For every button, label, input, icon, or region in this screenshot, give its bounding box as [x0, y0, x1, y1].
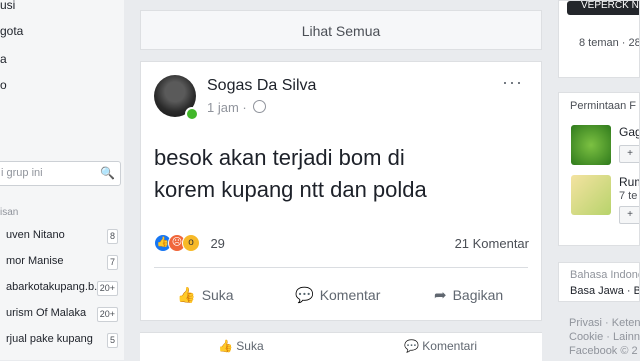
like-button[interactable]: 👍 Suka [177, 280, 234, 310]
see-all-button[interactable]: Lihat Semua [140, 10, 542, 50]
share-button[interactable]: ➦ Bagikan [434, 280, 503, 310]
request-avatar[interactable] [571, 125, 611, 165]
group-members-text: 8 teman · 28 [579, 37, 640, 49]
group-item[interactable]: uven Nitano 8 [0, 225, 120, 249]
more-options-button[interactable]: ··· [502, 72, 523, 93]
comment-button[interactable]: 💬 Komentari [404, 339, 477, 353]
sidebar-item-members[interactable]: gota [0, 24, 23, 38]
group-count-badge: 8 [106, 229, 118, 244]
group-cover-title: VEPERCK NGAE [581, 0, 639, 11]
post-text-line: korem kupang ntt dan polda [154, 177, 427, 202]
post-actions: 👍 Suka 💬 Komentar ➦ Bagikan [141, 280, 541, 310]
section-label: isan [0, 207, 19, 218]
requests-title: Permintaan F [570, 100, 637, 112]
sidebar-item-discussion[interactable]: usi [0, 0, 15, 12]
wow-reaction-icon: o [182, 234, 200, 252]
post-text: besok akan terjadi bom di korem kupang n… [154, 142, 534, 206]
online-status-dot [185, 107, 199, 121]
like-button[interactable]: 👍 Suka [218, 339, 264, 353]
reaction-count: 29 [210, 235, 225, 251]
post-text-line: besok akan terjadi bom di [154, 145, 405, 170]
comment-count-link[interactable]: 21 Komentar [455, 236, 529, 251]
group-name: rjual pake kupang [6, 333, 93, 345]
group-count-badge: 20+ [96, 307, 118, 322]
language-title: Bahasa Indone [570, 269, 640, 281]
speech-bubble-icon: 💬 [295, 287, 314, 304]
group-item[interactable]: urism Of Malaka 20+ [0, 303, 120, 327]
next-post-actions: 👍 Suka 💬 Komentari [140, 332, 542, 361]
search-placeholder: i grup ini [1, 167, 43, 179]
group-count-badge: 7 [106, 255, 118, 270]
group-name: urism Of Malaka [6, 307, 87, 319]
sidebar-item-o[interactable]: o [0, 78, 7, 92]
share-label: Bagikan [452, 287, 504, 303]
group-search-input[interactable]: i grup ini 🔍 [0, 161, 121, 186]
suggested-group-card[interactable]: VEPERCK NGAE 8 teman · 28 [558, 0, 640, 78]
request-name[interactable]: Gag [619, 125, 639, 139]
reaction-summary[interactable]: 👍 ☹ o 29 [154, 234, 225, 252]
request-avatar[interactable] [571, 175, 611, 215]
group-item[interactable]: mor Manise 7 [0, 251, 120, 275]
friend-requests-card: Permintaan F Gag + Rum 7 te + [558, 92, 640, 246]
post-author-name[interactable]: Sogas Da Silva [207, 77, 316, 95]
comment-button[interactable]: 💬 Komentar [295, 280, 380, 310]
divider [154, 267, 528, 268]
group-count-badge: 5 [106, 333, 118, 348]
share-arrow-icon: ➦ [434, 287, 447, 304]
group-item[interactable]: abarkotakupang.b... 20+ [0, 277, 120, 301]
post-time-text: 1 jam · [207, 100, 251, 115]
add-friend-button[interactable]: + [619, 206, 639, 224]
like-label: Suka [201, 287, 234, 303]
language-option[interactable]: Basa Jawa · Ba [570, 285, 639, 297]
search-icon[interactable]: 🔍 [100, 166, 115, 180]
sidebar-item-a[interactable]: a [0, 52, 7, 66]
like-label: Suka [236, 339, 264, 353]
footer-links[interactable]: Cookie · Lainn [569, 331, 640, 343]
right-sidebar: VEPERCK NGAE 8 teman · 28 Permintaan F G… [558, 0, 640, 360]
comment-label: Komentar [319, 287, 381, 303]
speech-bubble-icon: 💬 [404, 339, 419, 353]
group-name: abarkotakupang.b... [6, 281, 104, 293]
left-sidebar: usi gota a o i grup ini 🔍 isan uven Nita… [0, 0, 124, 360]
language-card: Bahasa Indone Basa Jawa · Ba [558, 262, 640, 302]
post-card: Sogas Da Silva 1 jam · ··· besok akan te… [140, 61, 542, 321]
news-feed: Lihat Semua Sogas Da Silva 1 jam · ··· b… [140, 0, 542, 360]
thumbs-up-icon: 👍 [218, 339, 233, 353]
group-name: mor Manise [6, 255, 64, 267]
footer-copyright: Facebook © 2 [569, 345, 638, 357]
group-name: uven Nitano [6, 229, 65, 241]
group-count-badge: 20+ [96, 281, 118, 296]
thumbs-up-icon: 👍 [177, 287, 196, 304]
request-name[interactable]: Rum [619, 175, 639, 189]
group-item[interactable]: rjual pake kupang 5 [0, 329, 120, 353]
post-timestamp[interactable]: 1 jam · [207, 100, 267, 115]
globe-icon [253, 100, 267, 113]
footer-links[interactable]: Privasi · Keten [569, 317, 640, 329]
request-mutual-text: 7 te [619, 190, 638, 202]
add-friend-button[interactable]: + [619, 145, 639, 163]
comment-label: Komentari [422, 339, 477, 353]
